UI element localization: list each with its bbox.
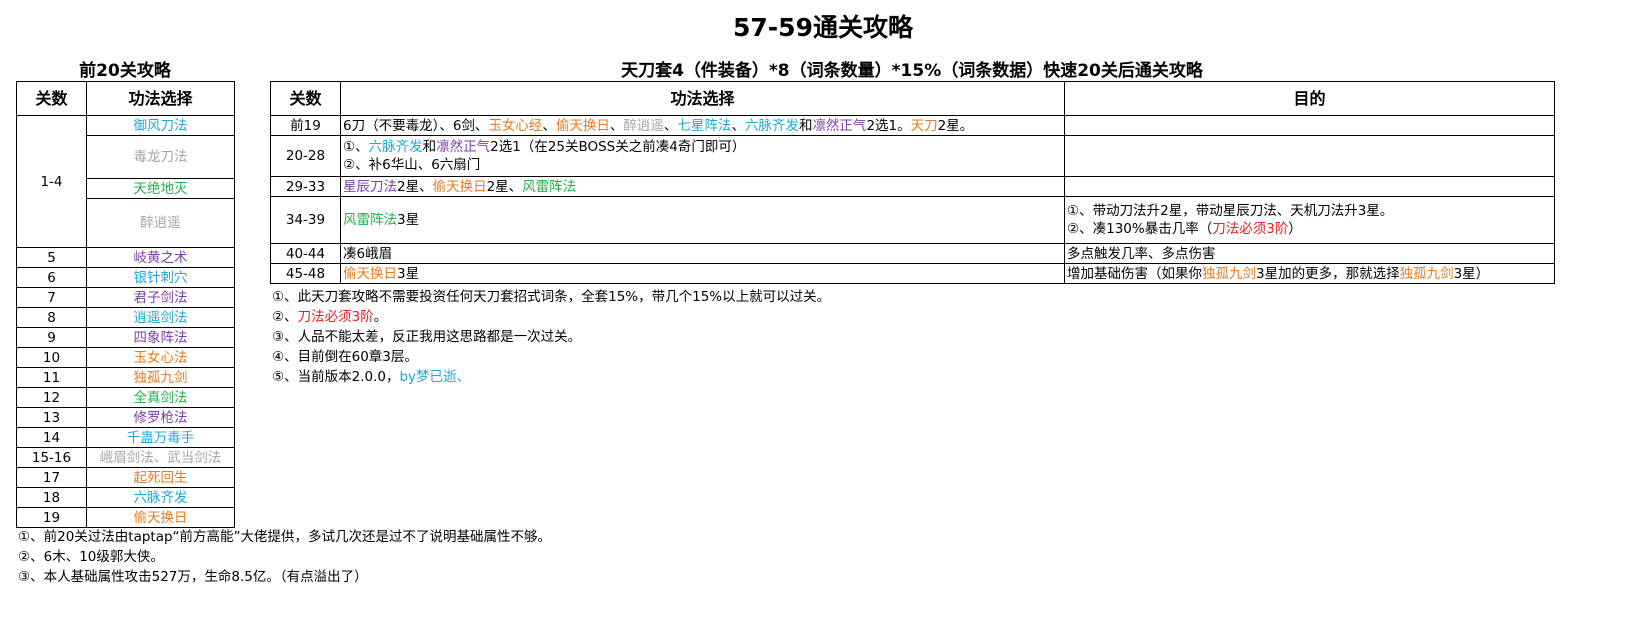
level-cell: 7 [16, 287, 87, 308]
level-cell: 40-44 [270, 243, 341, 264]
table-row: 14 千蛊万毒手 [16, 427, 235, 448]
level-cell: 1-4 [16, 115, 87, 248]
level-cell: 6 [16, 267, 87, 288]
late-levels-table: 关数 功法选择 目的 前19 6刀（不要毒龙）、6剑、玉女心经、偷天换日、醉逍遥… [270, 81, 1555, 284]
table-row: 前19 6刀（不要毒龙）、6剑、玉女心经、偷天换日、醉逍遥、七星阵法、六脉齐发和… [270, 115, 1555, 136]
note-line: ③、人品不能太差，反正我用这思路都是一次过关。 [272, 329, 582, 345]
table-row: 13 修罗枪法 [16, 407, 235, 428]
level-cell: 29-33 [270, 176, 341, 197]
header-goal: 目的 [1064, 81, 1555, 116]
page-title: 57-59通关攻略 [733, 13, 913, 42]
skill-cell: 岐黄之术 [86, 247, 235, 268]
left-section-title: 前20关攻略 [79, 61, 171, 81]
early-levels-table: 关数 功法选择 1-4 御风刀法 毒龙刀法 天绝地灭 醉逍遥 5 岐黄之术 6 银针… [16, 81, 235, 528]
table-row: 29-33 星辰刀法2星、偷天换日2星、风雷阵法 [270, 176, 1555, 197]
level-cell: 13 [16, 407, 87, 428]
skill-cell: 星辰刀法2星、偷天换日2星、风雷阵法 [340, 176, 1065, 197]
skill-cell: 君子剑法 [86, 287, 235, 308]
goal-cell: ①、带动刀法升2星，带动星辰刀法、天机刀法升3星。 ②、凑130%暴击几率（刀法… [1064, 196, 1555, 244]
level-cell: 18 [16, 487, 87, 508]
skill-cell: 独孤九剑 [86, 367, 235, 388]
skill-cell: 千蛊万毒手 [86, 427, 235, 448]
level-cell: 12 [16, 387, 87, 408]
skill-cell: 偷天换日 [86, 507, 235, 528]
table-row: 5 岐黄之术 [16, 247, 235, 268]
skill-cell: 醉逍遥 [86, 198, 235, 248]
table-row: 15-16 峨眉剑法、武当剑法 [16, 447, 235, 468]
table-row: 34-39 风雷阵法3星 ①、带动刀法升2星，带动星辰刀法、天机刀法升3星。 ②… [270, 196, 1555, 244]
late-levels-notes: ①、此天刀套攻略不需要投资任何天刀套招式词条，全套15%，带几个15%以上就可以… [272, 287, 830, 387]
level-cell: 19 [16, 507, 87, 528]
skill-cell: 全真剑法 [86, 387, 235, 408]
skill-cell: 逍遥剑法 [86, 307, 235, 328]
level-cell: 14 [16, 427, 87, 448]
table-row: 20-28 ①、六脉齐发和凛然正气2选1（在25关BOSS关之前凑4奇门即可） … [270, 135, 1555, 177]
skill-cell: 修罗枪法 [86, 407, 235, 428]
skill-cell: 起死回生 [86, 467, 235, 488]
skill-cell: 凑6峨眉 [340, 243, 1065, 264]
table-header-row: 关数 功法选择 [16, 81, 235, 116]
early-levels-notes: ①、前20关过法由taptap“前方高能”大佬提供，多试几次还是过不了说明基础属… [18, 527, 551, 587]
skill-cell: 四象阵法 [86, 327, 235, 348]
note-line: ⑤、当前版本2.0.0，by梦已逝、 [272, 369, 471, 385]
author-credit: by梦已逝、 [399, 369, 471, 385]
level-cell: 15-16 [16, 447, 87, 468]
table-header-row: 关数 功法选择 目的 [270, 81, 1555, 116]
table-row: 12 全真剑法 [16, 387, 235, 408]
goal-cell [1064, 115, 1555, 136]
table-row: 8 逍遥剑法 [16, 307, 235, 328]
note-line: ②、刀法必须3阶。 [272, 309, 388, 325]
table-row: 17 起死回生 [16, 467, 235, 488]
skill-cell: 偷天换日3星 [340, 263, 1065, 284]
level-cell: 8 [16, 307, 87, 328]
header-level: 关数 [16, 81, 87, 116]
table-row: 10 玉女心法 [16, 347, 235, 368]
skill-cell: 银针刺穴 [86, 267, 235, 288]
header-level: 关数 [270, 81, 341, 116]
skill-cell: 毒龙刀法 [86, 135, 235, 179]
table-row: 9 四象阵法 [16, 327, 235, 348]
skill-cell: 风雷阵法3星 [340, 196, 1065, 244]
table-row: 19 偷天换日 [16, 507, 235, 528]
header-skill: 功法选择 [340, 81, 1065, 116]
level-cell: 20-28 [270, 135, 341, 177]
goal-cell: 增加基础伤害（如果你独孤九剑3星加的更多，那就选择独孤九剑3星） [1064, 263, 1555, 284]
goal-cell [1064, 135, 1555, 177]
skill-cell: 御风刀法 [86, 115, 235, 136]
table-row: 18 六脉齐发 [16, 487, 235, 508]
table-row: 1-4 御风刀法 [16, 115, 235, 248]
goal-cell: 多点触发几率、多点伤害 [1064, 243, 1555, 264]
header-skill: 功法选择 [86, 81, 235, 116]
note-line: ③、本人基础属性攻击527万，生命8.5亿。（有点溢出了） [18, 569, 368, 585]
skill-cell: ①、六脉齐发和凛然正气2选1（在25关BOSS关之前凑4奇门即可） ②、补6华山… [340, 135, 1065, 177]
level-cell: 9 [16, 327, 87, 348]
note-line: ①、前20关过法由taptap“前方高能”大佬提供，多试几次还是过不了说明基础属… [18, 529, 552, 545]
note-line: ①、此天刀套攻略不需要投资任何天刀套招式词条，全套15%，带几个15%以上就可以… [272, 289, 831, 305]
level-cell: 5 [16, 247, 87, 268]
skill-cell: 6刀（不要毒龙）、6剑、玉女心经、偷天换日、醉逍遥、七星阵法、六脉齐发和凛然正气… [340, 115, 1065, 136]
goal-cell [1064, 176, 1555, 197]
skill-cell: 峨眉剑法、武当剑法 [86, 447, 235, 468]
skill-cell: 天绝地灭 [86, 178, 235, 199]
table-row: 45-48 偷天换日3星 增加基础伤害（如果你独孤九剑3星加的更多，那就选择独孤… [270, 263, 1555, 284]
skill-cell: 玉女心法 [86, 347, 235, 368]
level-cell: 10 [16, 347, 87, 368]
skill-cell: 六脉齐发 [86, 487, 235, 508]
level-cell: 45-48 [270, 263, 341, 284]
note-line: ②、6木、10级郭大侠。 [18, 549, 164, 565]
table-row: 40-44 凑6峨眉 多点触发几率、多点伤害 [270, 243, 1555, 264]
level-cell: 17 [16, 467, 87, 488]
level-cell: 34-39 [270, 196, 341, 244]
level-cell: 前19 [270, 115, 341, 136]
table-row: 7 君子剑法 [16, 287, 235, 308]
right-section-title: 天刀套4（件装备）*8（词条数量）*15%（词条数据）快速20关后通关攻略 [621, 61, 1203, 81]
table-row: 11 独孤九剑 [16, 367, 235, 388]
table-row: 6 银针刺穴 [16, 267, 235, 288]
note-line: ④、目前倒在60章3层。 [272, 349, 418, 365]
level-cell: 11 [16, 367, 87, 388]
